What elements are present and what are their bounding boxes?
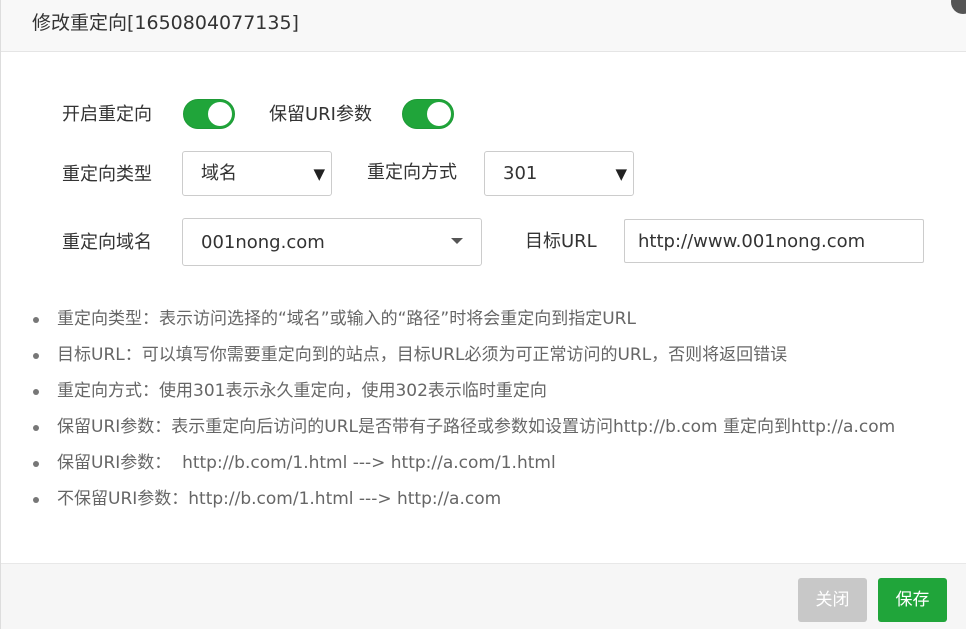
target-url-input[interactable]: http://www.001nong.com [624, 219, 924, 263]
redirect-dialog: 修改重定向[1650804077135] 开启重定向 保留URI参数 重定向类型… [0, 0, 966, 629]
target-url-label: 目标URL [525, 231, 597, 252]
enable-redirect-label: 开启重定向 [62, 104, 152, 125]
redirect-domain-value: 001nong.com [201, 232, 325, 253]
enable-redirect-toggle[interactable] [183, 99, 235, 129]
target-url-value: http://www.001nong.com [638, 231, 866, 252]
redirect-method-value: 301 [503, 163, 538, 184]
redirect-type-value: 域名 [201, 163, 237, 184]
toggle-knob [427, 102, 451, 126]
redirect-type-select[interactable]: 域名 ▼ [182, 151, 332, 196]
tip-item: 保留URI参数：表示重定向后访问的URL是否带有子路径或参数如设置访问http:… [31, 414, 895, 450]
dropdown-arrow-icon: ▼ [313, 165, 325, 183]
close-button[interactable]: 关闭 [798, 578, 867, 622]
tip-item: 目标URL：可以填写你需要重定向到的站点，目标URL必须为可正常访问的URL，否… [31, 342, 895, 378]
dropdown-arrow-icon: ▼ [615, 165, 627, 183]
tip-item: 不保留URI参数：http://b.com/1.html ---> http:/… [31, 486, 895, 522]
redirect-domain-select[interactable]: 001nong.com [182, 218, 482, 266]
save-button[interactable]: 保存 [878, 578, 947, 622]
redirect-method-select[interactable]: 301 ▼ [484, 151, 634, 196]
redirect-type-label: 重定向类型 [62, 164, 152, 185]
tip-item: 重定向方式：使用301表示永久重定向，使用302表示临时重定向 [31, 378, 895, 414]
chevron-down-icon [451, 238, 463, 244]
help-tips-list: 重定向类型：表示访问选择的“域名”或输入的“路径”时将会重定向到指定URL 目标… [31, 306, 895, 522]
dialog-footer: 关闭 保存 [1, 563, 966, 629]
keep-uri-toggle[interactable] [402, 99, 454, 129]
redirect-method-label: 重定向方式 [367, 162, 457, 183]
dialog-title: 修改重定向[1650804077135] [32, 12, 299, 34]
toggle-knob [208, 102, 232, 126]
redirect-domain-label: 重定向域名 [62, 232, 152, 253]
dialog-header: 修改重定向[1650804077135] [1, 0, 966, 52]
tip-item: 保留URI参数： http://b.com/1.html ---> http:/… [31, 450, 895, 486]
keep-uri-label: 保留URI参数 [269, 104, 372, 125]
tip-item: 重定向类型：表示访问选择的“域名”或输入的“路径”时将会重定向到指定URL [31, 306, 895, 342]
close-icon[interactable] [951, 0, 966, 14]
